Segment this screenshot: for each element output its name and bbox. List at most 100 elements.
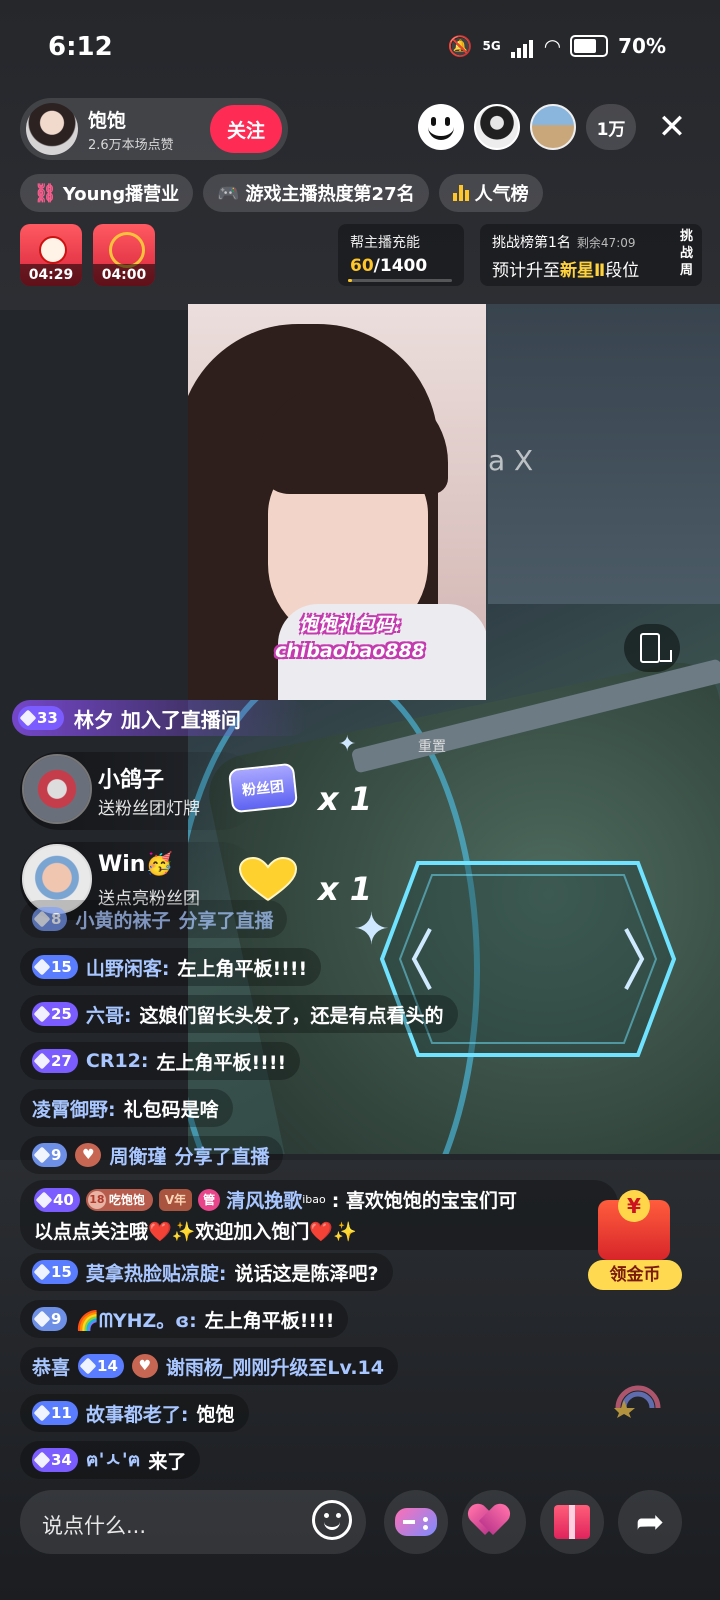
video-overlay-text: a X <box>488 444 534 477</box>
fan-club-button[interactable] <box>462 1490 526 1554</box>
chat-text: 饱饱 <box>196 1403 235 1426</box>
anchor-card[interactable]: 饱饱 2.6万本场点赞 关注 <box>20 98 288 160</box>
level-badge: 27 <box>32 1049 78 1073</box>
gem-icon <box>33 1146 51 1164</box>
viewer-avatar[interactable] <box>530 104 576 150</box>
gift-sender-name: Win🥳 <box>98 852 173 877</box>
gem-icon <box>35 1191 53 1208</box>
level-number: 40 <box>53 1190 74 1209</box>
chat-text: 左上角平板!!!! <box>204 1309 335 1332</box>
charge-label: 帮主播充能 <box>350 235 420 251</box>
red-envelope[interactable]: 04:29 <box>20 224 82 286</box>
level-badge: 9 <box>32 1307 68 1331</box>
golden-heart-icon <box>238 856 298 902</box>
follow-button[interactable]: 关注 <box>210 105 282 153</box>
sparkle-icon: ✦ <box>338 732 357 757</box>
chat-text-continued: 以点点关注哦❤️✨欢迎加入饱门❤️✨ <box>34 1221 357 1243</box>
level-number: 14 <box>97 1357 118 1375</box>
rank-title-line: 挑战榜第1名 剩余47:09 <box>492 232 636 252</box>
anchor-likes: 2.6万本场点赞 <box>88 138 174 153</box>
viewer-area: 1万 ✕ <box>418 104 692 150</box>
network-label: 5G <box>482 39 501 53</box>
chat-text: 礼包码是啥 <box>123 1098 219 1121</box>
comment-input[interactable]: 说点什么... <box>20 1490 366 1554</box>
coin-reward-widget[interactable]: 领金币 <box>586 1186 684 1298</box>
tag-popularity[interactable]: 人气榜 <box>438 174 543 212</box>
treasure-chest-icon <box>598 1190 670 1260</box>
chat-text: 左上角平板!!!! <box>177 957 308 980</box>
charge-progress <box>348 279 452 282</box>
level-badge: 34 <box>32 1448 78 1472</box>
challenge-week-label[interactable]: 挑战周 <box>680 228 696 279</box>
link-icon: ⛓ <box>34 182 57 204</box>
chat-username: CR12: <box>85 1050 149 1072</box>
gift-button[interactable] <box>540 1490 604 1554</box>
video-small-label: 重置 <box>418 739 446 755</box>
share-button[interactable]: ➦ <box>618 1490 682 1554</box>
rank-remaining: 剩余47:09 <box>576 236 636 250</box>
chat-message[interactable]: 34 ฅ'ㅅ'ฅ 来了 <box>20 1441 201 1479</box>
enter-banner: 33 林夕 加入了直播间 <box>12 700 308 736</box>
tag-young[interactable]: ⛓ Young播营业 <box>20 174 194 212</box>
chat-username: 小黄的袜子 <box>75 909 171 932</box>
chat-username: 周衡瑾 <box>109 1145 167 1168</box>
gamepad-icon <box>395 1508 437 1536</box>
chat-username: 清风挽歌 <box>226 1190 303 1212</box>
close-icon[interactable]: ✕ <box>652 104 692 150</box>
gem-icon <box>33 1052 51 1070</box>
level-badge: 8 <box>32 907 68 931</box>
rank-highlight: 新星Ⅱ <box>560 261 606 281</box>
chat-message[interactable]: 8 小黄的袜子 分享了直播 <box>20 900 288 938</box>
gem-icon <box>33 958 51 976</box>
chat-message[interactable]: 9 ♥ 周衡瑾 分享了直播 <box>20 1136 284 1174</box>
heart-icon <box>475 1505 513 1539</box>
tag-game-rank[interactable]: 🎮 游戏主播热度第27名 <box>203 174 429 212</box>
chat-message[interactable]: 27 CR12: 左上角平板!!!! <box>20 1042 301 1080</box>
chat-username: 故事都老了: <box>85 1403 189 1426</box>
anchor-avatar[interactable] <box>26 103 78 155</box>
clock: 6:12 <box>48 32 113 62</box>
rank-desc-line: 预计升至新星Ⅱ段位 <box>492 256 639 281</box>
rank-suffix: 段位 <box>605 261 640 281</box>
anchor-name: 饱饱 <box>88 110 127 132</box>
chat-message[interactable]: 11 故事都老了: 饱饱 <box>20 1394 249 1432</box>
level-badge: 9 <box>32 1143 68 1167</box>
gem-icon <box>33 1451 51 1469</box>
charge-panel[interactable]: 帮主播充能 60/1400 <box>338 224 464 286</box>
chat-username: 谢雨杨_刚刚升级至Lv.14 <box>165 1356 384 1379</box>
chat-username: 莫拿热脸贴凉腚: <box>85 1262 227 1285</box>
envelope-timer: 04:00 <box>93 264 155 286</box>
gift-notification: 小鸽子 送粉丝团灯牌 <box>20 752 260 830</box>
fan-club-name: 吃饱饱 <box>108 1193 145 1207</box>
level-number: 27 <box>51 1052 72 1070</box>
chat-message[interactable]: 凌霄御野: 礼包码是啥 <box>20 1089 233 1127</box>
user-avatar[interactable] <box>22 754 92 824</box>
gift-count: x 1 <box>318 780 373 818</box>
chat-message[interactable]: 恭喜 14 ♥ 谢雨杨_刚刚升级至Lv.14 <box>20 1347 398 1385</box>
red-envelope[interactable]: 04:00 <box>93 224 155 286</box>
chat-message[interactable]: 15 山野闲客: 左上角平板!!!! <box>20 948 322 986</box>
chat-message[interactable]: 9 🌈ᗰYHZ。ɞ: 左上角平板!!!! <box>20 1300 349 1338</box>
charge-total: /1400 <box>373 256 428 276</box>
viewer-avatar[interactable] <box>474 104 520 150</box>
smiley-avatar[interactable] <box>418 104 464 150</box>
challenge-rank-panel[interactable]: 挑战榜第1名 剩余47:09 预计升至新星Ⅱ段位 挑战周 <box>480 224 702 286</box>
gem-icon <box>33 910 51 928</box>
status-icons: 🔕 5G ◠ 70% <box>448 34 666 58</box>
level-badge: 33 <box>18 706 64 730</box>
level-badge: 14 <box>78 1354 124 1378</box>
chat-message[interactable]: 15 莫拿热脸贴凉腚: 说话这是陈泽吧? <box>20 1253 393 1291</box>
chat-prefix: 恭喜 <box>32 1356 71 1379</box>
comment-placeholder: 说点什么... <box>42 1514 147 1538</box>
game-button[interactable] <box>384 1490 448 1554</box>
chat-message[interactable]: 40 18 吃饱饱 V年 管 清风挽歌 ibao : 喜欢饱饱的宝宝们可 以点点关注… <box>20 1180 618 1250</box>
envelope-seal-icon <box>39 236 67 264</box>
gift-sender-name: 小鸽子 <box>98 768 165 793</box>
screen-rotate-button[interactable] <box>624 624 680 672</box>
emoji-icon[interactable] <box>312 1500 352 1540</box>
enter-text: 林夕 加入了直播间 <box>73 707 241 732</box>
chat-message[interactable]: 25 六哥: 这娘们留长头发了，还是有点看头的 <box>20 995 458 1033</box>
viewer-count[interactable]: 1万 <box>586 104 636 150</box>
gift-description: 送粉丝团灯牌 <box>98 799 200 819</box>
bar-chart-icon <box>452 185 469 201</box>
